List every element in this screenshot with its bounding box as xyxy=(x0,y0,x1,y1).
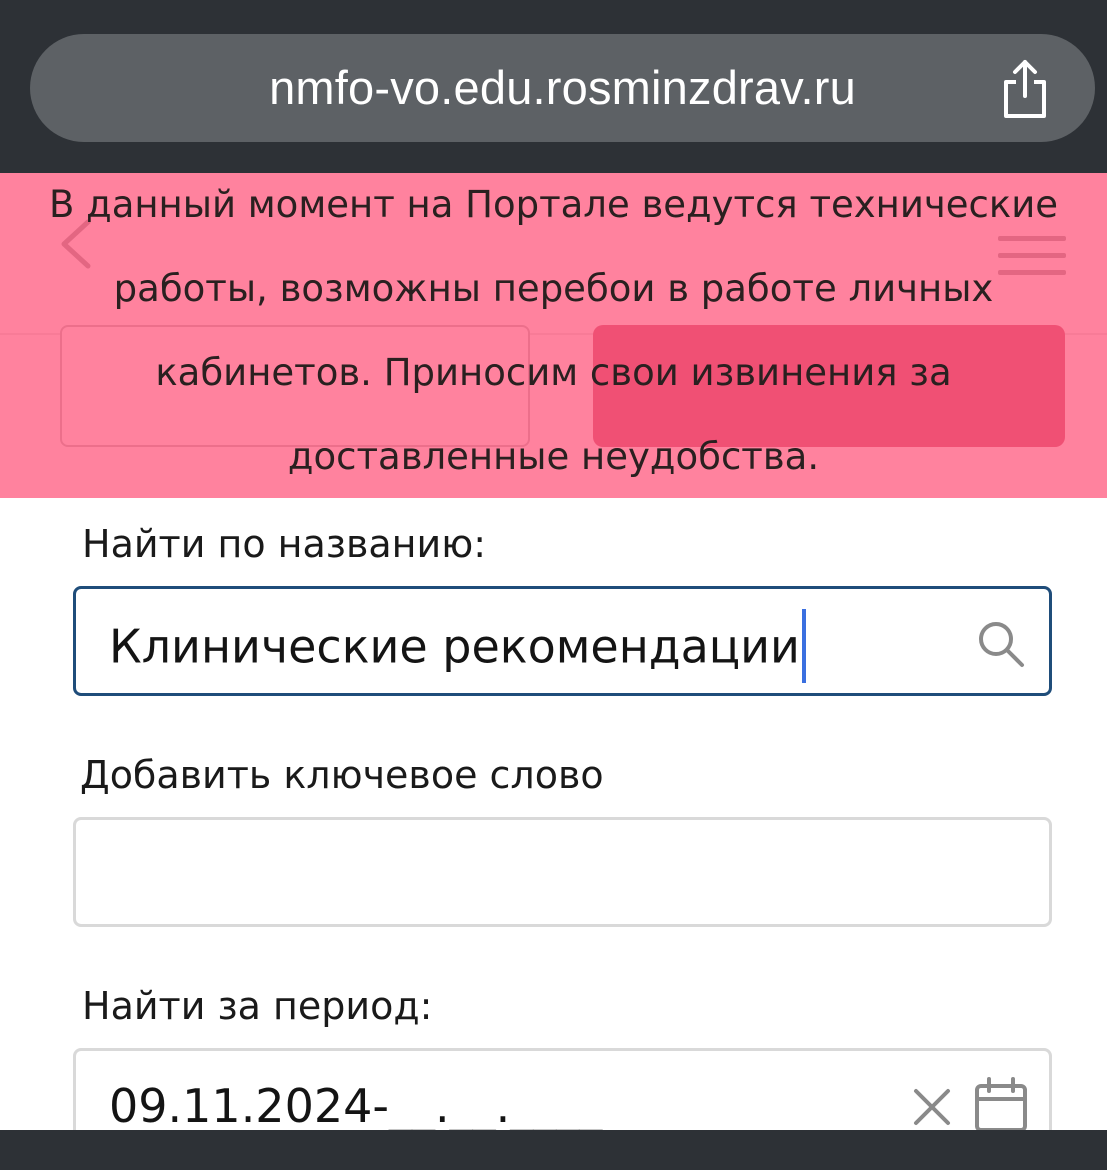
keyword-label: Добавить ключевое слово xyxy=(80,753,604,797)
search-label: Найти по названию: xyxy=(82,522,486,566)
browser-toolbar: nmfo-vo.edu.rosminzdrav.ru xyxy=(0,0,1107,173)
search-icon[interactable] xyxy=(976,619,1026,669)
address-bar[interactable]: nmfo-vo.edu.rosminzdrav.ru xyxy=(30,34,1095,142)
keyword-input[interactable] xyxy=(73,817,1052,927)
calendar-icon[interactable] xyxy=(974,1077,1028,1133)
close-icon[interactable] xyxy=(912,1087,952,1127)
url-text: nmfo-vo.edu.rosminzdrav.ru xyxy=(269,61,856,114)
viewport: В данный момент на Портале ведутся техни… xyxy=(0,0,1107,1170)
search-input-value: Клинические рекомендации xyxy=(109,609,806,687)
search-input[interactable]: Клинические рекомендации xyxy=(73,586,1052,696)
browser-bottom-bar xyxy=(0,1130,1107,1170)
share-icon[interactable] xyxy=(998,58,1052,120)
period-input-value: 09.11.2024-__.__.____ xyxy=(109,1079,603,1133)
maintenance-message: В данный момент на Портале ведутся техни… xyxy=(48,183,1059,478)
period-label: Найти за период: xyxy=(82,984,433,1028)
text-caret xyxy=(801,609,806,683)
maintenance-banner: В данный момент на Портале ведутся техни… xyxy=(0,173,1107,498)
